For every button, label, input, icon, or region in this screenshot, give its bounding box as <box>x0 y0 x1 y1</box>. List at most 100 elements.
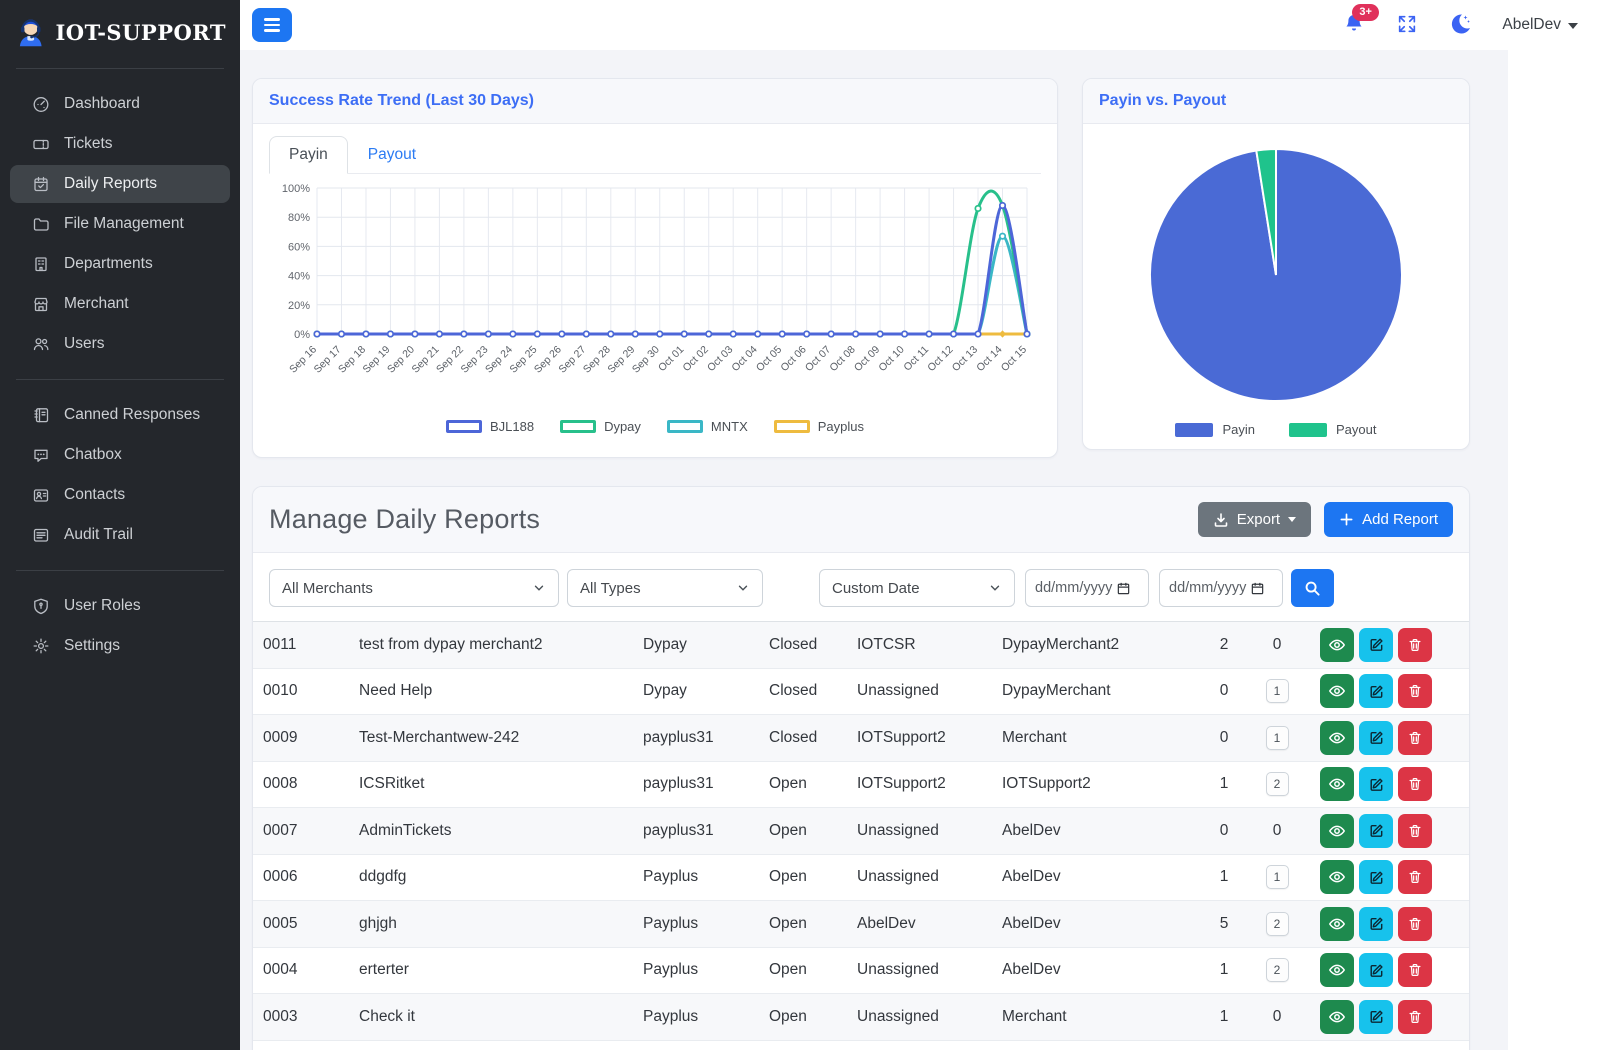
sidebar-item-chatbox[interactable]: Chatbox <box>10 436 230 474</box>
view-report-button[interactable] <box>1320 860 1354 894</box>
report-created-by: DypayMerchant2 <box>1002 636 1200 654</box>
date-mode-select[interactable]: Custom Date <box>819 569 1015 607</box>
shop-icon <box>32 295 50 313</box>
eye-icon <box>1328 1008 1346 1026</box>
svg-text:20%: 20% <box>288 300 310 312</box>
edit-pencil-icon <box>1368 962 1385 979</box>
report-count: 2 <box>1200 636 1248 654</box>
eye-icon <box>1328 915 1346 933</box>
sidebar-item-file-management[interactable]: File Management <box>10 205 230 243</box>
edit-report-button[interactable] <box>1359 1000 1393 1034</box>
table-row: 0004 erterter Payplus Open Unassigned Ab… <box>253 948 1469 995</box>
view-report-button[interactable] <box>1320 628 1354 662</box>
delete-report-button[interactable] <box>1398 721 1432 755</box>
line-chart-legend: BJL188 Dypay MNTX Payplus <box>269 419 1041 434</box>
sidebar-item-label: Canned Responses <box>64 406 200 424</box>
sidebar-item-departments[interactable]: Departments <box>10 245 230 283</box>
sidebar-item-contacts[interactable]: Contacts <box>10 476 230 514</box>
report-merchant: Dypay <box>643 682 769 700</box>
edit-pencil-icon <box>1368 915 1385 932</box>
legend-swatch <box>1175 423 1213 437</box>
export-button[interactable]: Export <box>1198 502 1311 537</box>
sidebar-item-daily-reports[interactable]: Daily Reports <box>10 165 230 203</box>
edit-report-button[interactable] <box>1359 721 1393 755</box>
legend-item-payplus[interactable]: Payplus <box>774 419 864 434</box>
report-subject: ICSRitket <box>359 775 643 793</box>
view-report-button[interactable] <box>1320 953 1354 987</box>
date-to-input[interactable]: dd/mm/yyyy <box>1159 569 1283 607</box>
edit-report-button[interactable] <box>1359 628 1393 662</box>
tab-payout[interactable]: Payout <box>348 136 436 174</box>
view-report-button[interactable] <box>1320 721 1354 755</box>
view-report-button[interactable] <box>1320 1000 1354 1034</box>
sidebar-item-settings[interactable]: Settings <box>10 627 230 665</box>
legend-item-bjl188[interactable]: BJL188 <box>446 419 534 434</box>
type-filter-select[interactable]: All Types <box>567 569 763 607</box>
unread-count-box: 1 <box>1266 865 1289 889</box>
view-report-button[interactable] <box>1320 814 1354 848</box>
sidebar-toggle-button[interactable] <box>252 8 292 42</box>
edit-report-button[interactable] <box>1359 860 1393 894</box>
date-from-input[interactable]: dd/mm/yyyy <box>1025 569 1149 607</box>
table-row: 0011 test from dypay merchant2 Dypay Clo… <box>253 622 1469 669</box>
delete-report-button[interactable] <box>1398 860 1432 894</box>
legend-item-mntx[interactable]: MNTX <box>667 419 748 434</box>
legend-item-payin[interactable]: Payin <box>1175 422 1255 437</box>
sidebar-item-users[interactable]: Users <box>10 325 230 363</box>
unread-count-box: 1 <box>1266 726 1289 750</box>
report-status: Open <box>769 775 857 793</box>
sidebar-item-user-roles[interactable]: User Roles <box>10 587 230 625</box>
search-button[interactable] <box>1291 569 1334 607</box>
svg-text:Oct 02: Oct 02 <box>680 344 710 374</box>
sidebar-item-audit-trail[interactable]: Audit Trail <box>10 516 230 554</box>
report-assigned-to: IOTSupport2 <box>857 775 1002 793</box>
delete-report-button[interactable] <box>1398 674 1432 708</box>
delete-report-button[interactable] <box>1398 767 1432 801</box>
view-report-button[interactable] <box>1320 767 1354 801</box>
eye-icon <box>1328 868 1346 886</box>
fullscreen-expand-icon <box>1396 13 1418 35</box>
edit-report-button[interactable] <box>1359 907 1393 941</box>
report-unread-count: 0 <box>1248 1008 1306 1026</box>
calendar-icon <box>1250 581 1265 596</box>
merchant-filter-select[interactable]: All Merchants <box>269 569 559 607</box>
view-report-button[interactable] <box>1320 907 1354 941</box>
legend-label: Payout <box>1336 422 1376 437</box>
delete-report-button[interactable] <box>1398 907 1432 941</box>
notifications-button[interactable]: 3+ <box>1342 12 1366 39</box>
eye-icon <box>1328 961 1346 979</box>
edit-report-button[interactable] <box>1359 767 1393 801</box>
delete-report-button[interactable] <box>1398 953 1432 987</box>
sidebar-item-merchant[interactable]: Merchant <box>10 285 230 323</box>
edit-report-button[interactable] <box>1359 814 1393 848</box>
svg-text:Oct 01: Oct 01 <box>656 344 686 374</box>
delete-report-button[interactable] <box>1398 814 1432 848</box>
unread-count-box: 1 <box>1266 679 1289 703</box>
user-menu[interactable]: AbelDev <box>1502 16 1578 34</box>
reports-table: 0011 test from dypay merchant2 Dypay Clo… <box>253 621 1469 1041</box>
fullscreen-button[interactable] <box>1396 13 1418 38</box>
payin-payout-pie-chart <box>1133 132 1419 418</box>
sidebar-item-dashboard[interactable]: Dashboard <box>10 85 230 123</box>
tab-payin[interactable]: Payin <box>269 136 348 174</box>
dashboard-icon <box>32 95 50 113</box>
eye-icon <box>1328 775 1346 793</box>
trend-tabs: Payin Payout <box>269 136 1041 174</box>
legend-item-payout[interactable]: Payout <box>1289 422 1376 437</box>
edit-report-button[interactable] <box>1359 953 1393 987</box>
report-unread-count: 0 <box>1248 636 1306 654</box>
dark-mode-toggle[interactable] <box>1448 12 1472 39</box>
report-subject: Check it <box>359 1008 643 1026</box>
svg-text:Oct 12: Oct 12 <box>925 344 955 374</box>
view-report-button[interactable] <box>1320 674 1354 708</box>
legend-item-dypay[interactable]: Dypay <box>560 419 641 434</box>
edit-report-button[interactable] <box>1359 674 1393 708</box>
delete-report-button[interactable] <box>1398 1000 1432 1034</box>
sidebar-item-tickets[interactable]: Tickets <box>10 125 230 163</box>
sidebar-divider <box>16 379 224 380</box>
gear-icon <box>32 637 50 655</box>
report-created-by: IOTSupport2 <box>1002 775 1200 793</box>
add-report-button[interactable]: Add Report <box>1324 502 1453 537</box>
delete-report-button[interactable] <box>1398 628 1432 662</box>
sidebar-item-canned-responses[interactable]: Canned Responses <box>10 396 230 434</box>
